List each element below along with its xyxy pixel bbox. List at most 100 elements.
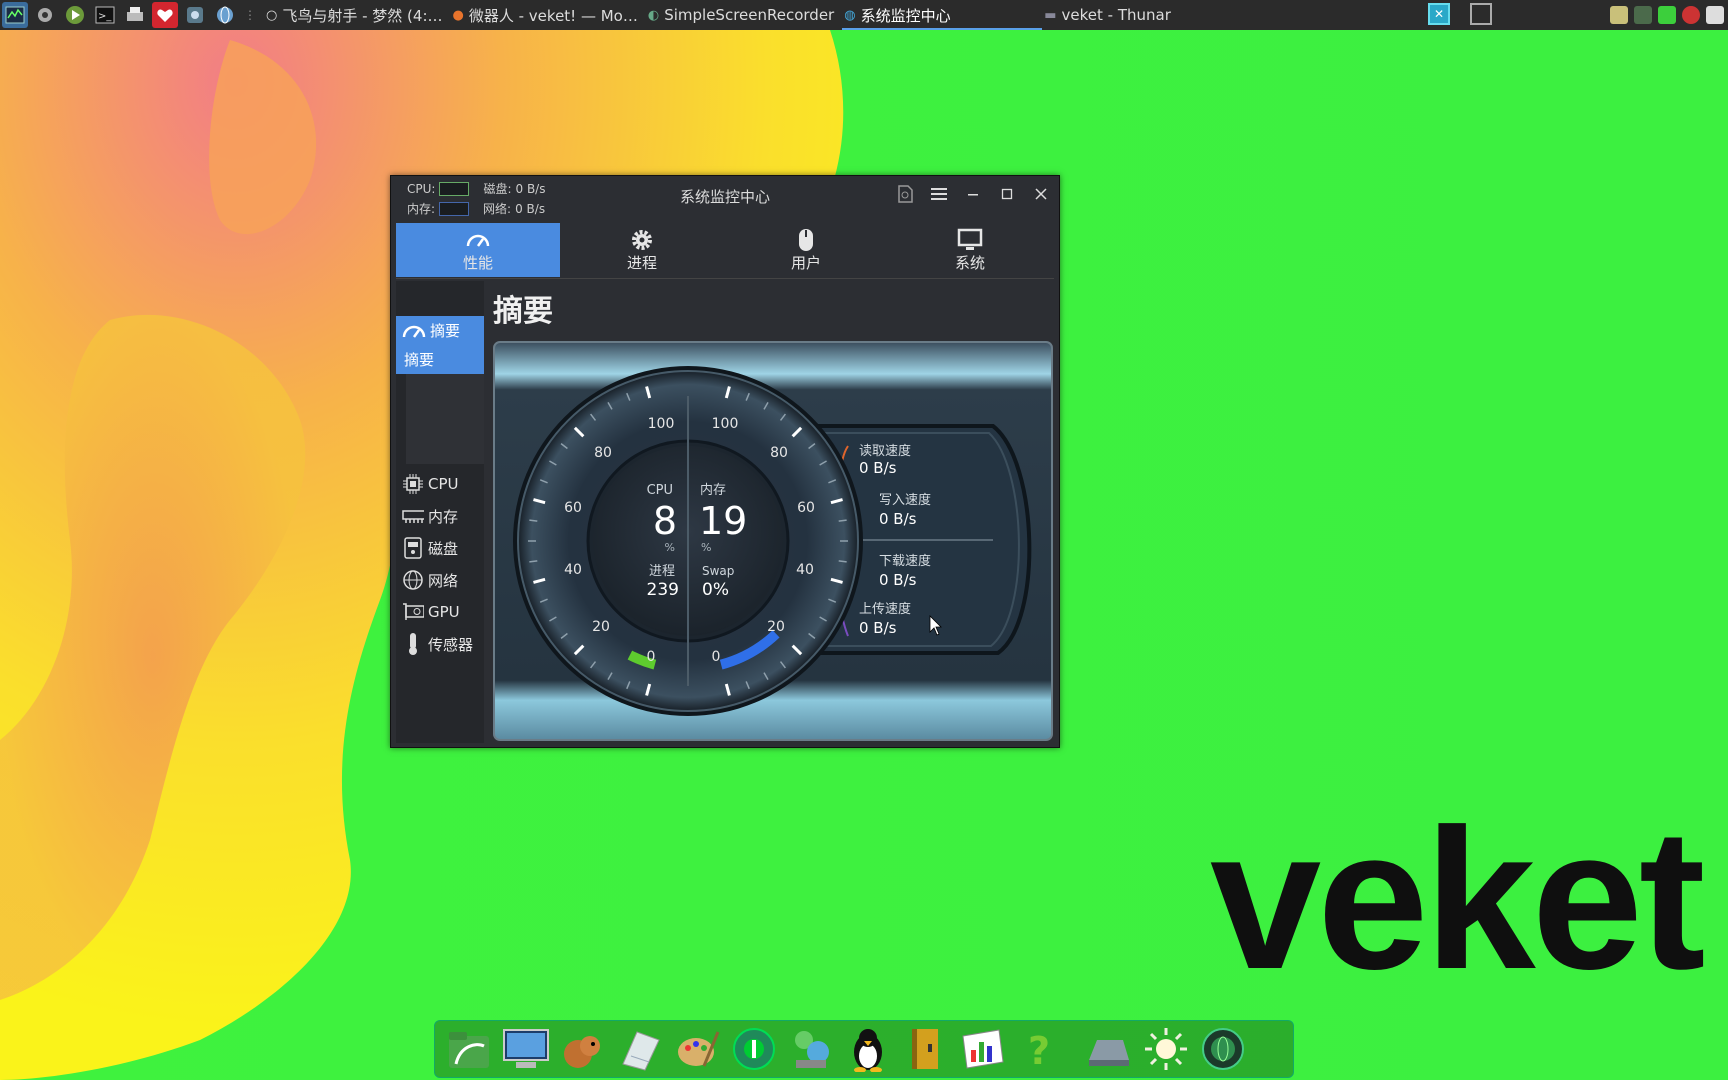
printer-icon[interactable]: [122, 2, 148, 28]
task-system-monitor[interactable]: ◍ 系统监控中心: [842, 0, 1043, 30]
bottom-dock: ?: [434, 1020, 1294, 1078]
sidebar-item-network[interactable]: 网络: [402, 564, 473, 596]
read-speed-label: 读取速度: [859, 443, 911, 459]
globe-app-icon[interactable]: [1197, 1023, 1249, 1075]
process-label: 进程: [649, 564, 675, 579]
display-icon: [957, 228, 983, 252]
tab-system[interactable]: 系统: [888, 223, 1052, 277]
heart-app-icon[interactable]: [152, 2, 178, 28]
task-label: 飞鸟与射手 - 梦然 (4:…: [282, 6, 443, 25]
squirrel-icon[interactable]: [557, 1023, 609, 1075]
workspace-2[interactable]: [1470, 3, 1492, 25]
workspace-1[interactable]: ✕: [1428, 3, 1450, 25]
sidebar-list: CPU 内存 磁盘 网络 GPU 传感器: [402, 468, 473, 660]
write-speed-value: 0 B/s: [879, 510, 917, 528]
left-tick-label: 0: [647, 649, 656, 665]
sidebar-item-summary[interactable]: 摘要: [402, 320, 460, 341]
clipboard-icon[interactable]: [1610, 6, 1628, 24]
minimize-icon[interactable]: [963, 184, 983, 204]
cpu-unit: %: [665, 541, 675, 554]
folder-icon: ▬: [1044, 7, 1057, 23]
task-browser[interactable]: ● 微器人 - veket! — Mo…: [451, 0, 646, 30]
terminal-icon[interactable]: >_: [92, 2, 118, 28]
mouse-icon: [797, 228, 815, 252]
maximize-icon[interactable]: [997, 184, 1017, 204]
globe-icon: [402, 569, 424, 591]
svg-text:?: ?: [1028, 1029, 1050, 1072]
gauge-icon: [465, 228, 491, 252]
network-icon[interactable]: [182, 2, 208, 28]
sidebar: 摘要 摘要 CPU 内存 磁盘 网络 GPU 传感器: [396, 281, 484, 743]
task-label: SimpleScreenRecorder: [664, 6, 835, 24]
sun-icon[interactable]: [1140, 1023, 1192, 1075]
battery-icon[interactable]: [1658, 6, 1676, 24]
help-icon[interactable]: ?: [1013, 1023, 1065, 1075]
green-app-icon[interactable]: [728, 1023, 780, 1075]
window-controls: [895, 184, 1051, 204]
network-tray-icon[interactable]: [1634, 6, 1652, 24]
notes-icon[interactable]: [614, 1023, 666, 1075]
record-icon[interactable]: [1682, 6, 1700, 24]
sidebar-item-cpu[interactable]: CPU: [402, 468, 473, 500]
chart-app-icon[interactable]: [956, 1023, 1008, 1075]
sidebar-item-disk[interactable]: 磁盘: [402, 532, 473, 564]
close-icon[interactable]: [1031, 184, 1051, 204]
globe-icon[interactable]: [212, 2, 238, 28]
menu-icon[interactable]: [929, 184, 949, 204]
penguin-icon[interactable]: [842, 1023, 894, 1075]
upload-speed-label: 上传速度: [859, 601, 911, 617]
paint-icon[interactable]: [671, 1023, 723, 1075]
swap-label: Swap: [702, 564, 734, 578]
separator: ⋮: [244, 8, 256, 22]
drive-icon[interactable]: [1083, 1023, 1135, 1075]
quick-launcher: >_ ⋮: [0, 2, 258, 28]
dial-tick: [838, 560, 847, 563]
download-speed-value: 0 B/s: [879, 571, 917, 589]
screenshot-icon[interactable]: [895, 184, 915, 204]
read-speed-value: 0 B/s: [859, 459, 897, 477]
network-tools-icon[interactable]: [785, 1023, 837, 1075]
sidebar-item-sensors[interactable]: 传感器: [402, 628, 473, 660]
write-speed-label: 写入速度: [879, 492, 931, 508]
right-tick-label: 80: [770, 445, 788, 461]
system-monitor-window: CPU: 磁盘: 0 B/s 内存: 网络: 0 B/s 系统监控中心 性能 进…: [390, 175, 1060, 748]
tab-performance[interactable]: 性能: [396, 223, 560, 277]
tab-process[interactable]: 进程: [560, 223, 724, 277]
sidebar-sub-summary[interactable]: 摘要: [404, 349, 434, 370]
system-monitor-icon[interactable]: [2, 2, 28, 28]
sidebar-header-label: 摘要: [430, 322, 461, 340]
task-thunar[interactable]: ▬ veket - Thunar: [1042, 0, 1179, 30]
tab-label: 系统: [954, 253, 985, 272]
gpu-icon: [402, 601, 424, 623]
task-label: 微器人 - veket! — Mo…: [468, 6, 638, 25]
settings-icon[interactable]: [32, 2, 58, 28]
tab-user[interactable]: 用户: [724, 223, 888, 277]
thermometer-icon: [402, 633, 424, 655]
left-tick-label: 20: [592, 619, 610, 635]
gear-icon: [630, 228, 654, 252]
keyboard-icon[interactable]: [1706, 6, 1724, 24]
titlebar[interactable]: CPU: 磁盘: 0 B/s 内存: 网络: 0 B/s 系统监控中心: [391, 176, 1059, 216]
taskbar: ○ 飞鸟与射手 - 梦然 (4:… ● 微器人 - veket! — Mo… ◐…: [264, 0, 1179, 30]
file-manager-icon[interactable]: [443, 1023, 495, 1075]
download-speed-label: 下载速度: [879, 553, 931, 569]
monitor-app-icon[interactable]: [500, 1023, 552, 1075]
svg-text:>_: >_: [98, 11, 112, 22]
task-music[interactable]: ○ 飞鸟与射手 - 梦然 (4:…: [264, 0, 451, 30]
task-label: veket - Thunar: [1061, 6, 1171, 24]
book-icon[interactable]: [899, 1023, 951, 1075]
right-tick-label: 40: [796, 562, 814, 578]
task-recorder[interactable]: ◐ SimpleScreenRecorder: [646, 0, 842, 30]
tab-label: 进程: [626, 253, 657, 272]
left-tick-label: 80: [594, 445, 612, 461]
memory-value: 19: [699, 499, 747, 543]
right-tick-label: 0: [712, 649, 721, 665]
cpu-icon: [402, 473, 424, 495]
play-icon[interactable]: [62, 2, 88, 28]
dial-tick: [529, 560, 538, 563]
sidebar-item-gpu[interactable]: GPU: [402, 596, 473, 628]
sidebar-item-memory[interactable]: 内存: [402, 500, 473, 532]
disk-icon: [402, 537, 424, 559]
tab-label: 性能: [462, 253, 493, 272]
left-tick-label: 40: [564, 562, 582, 578]
